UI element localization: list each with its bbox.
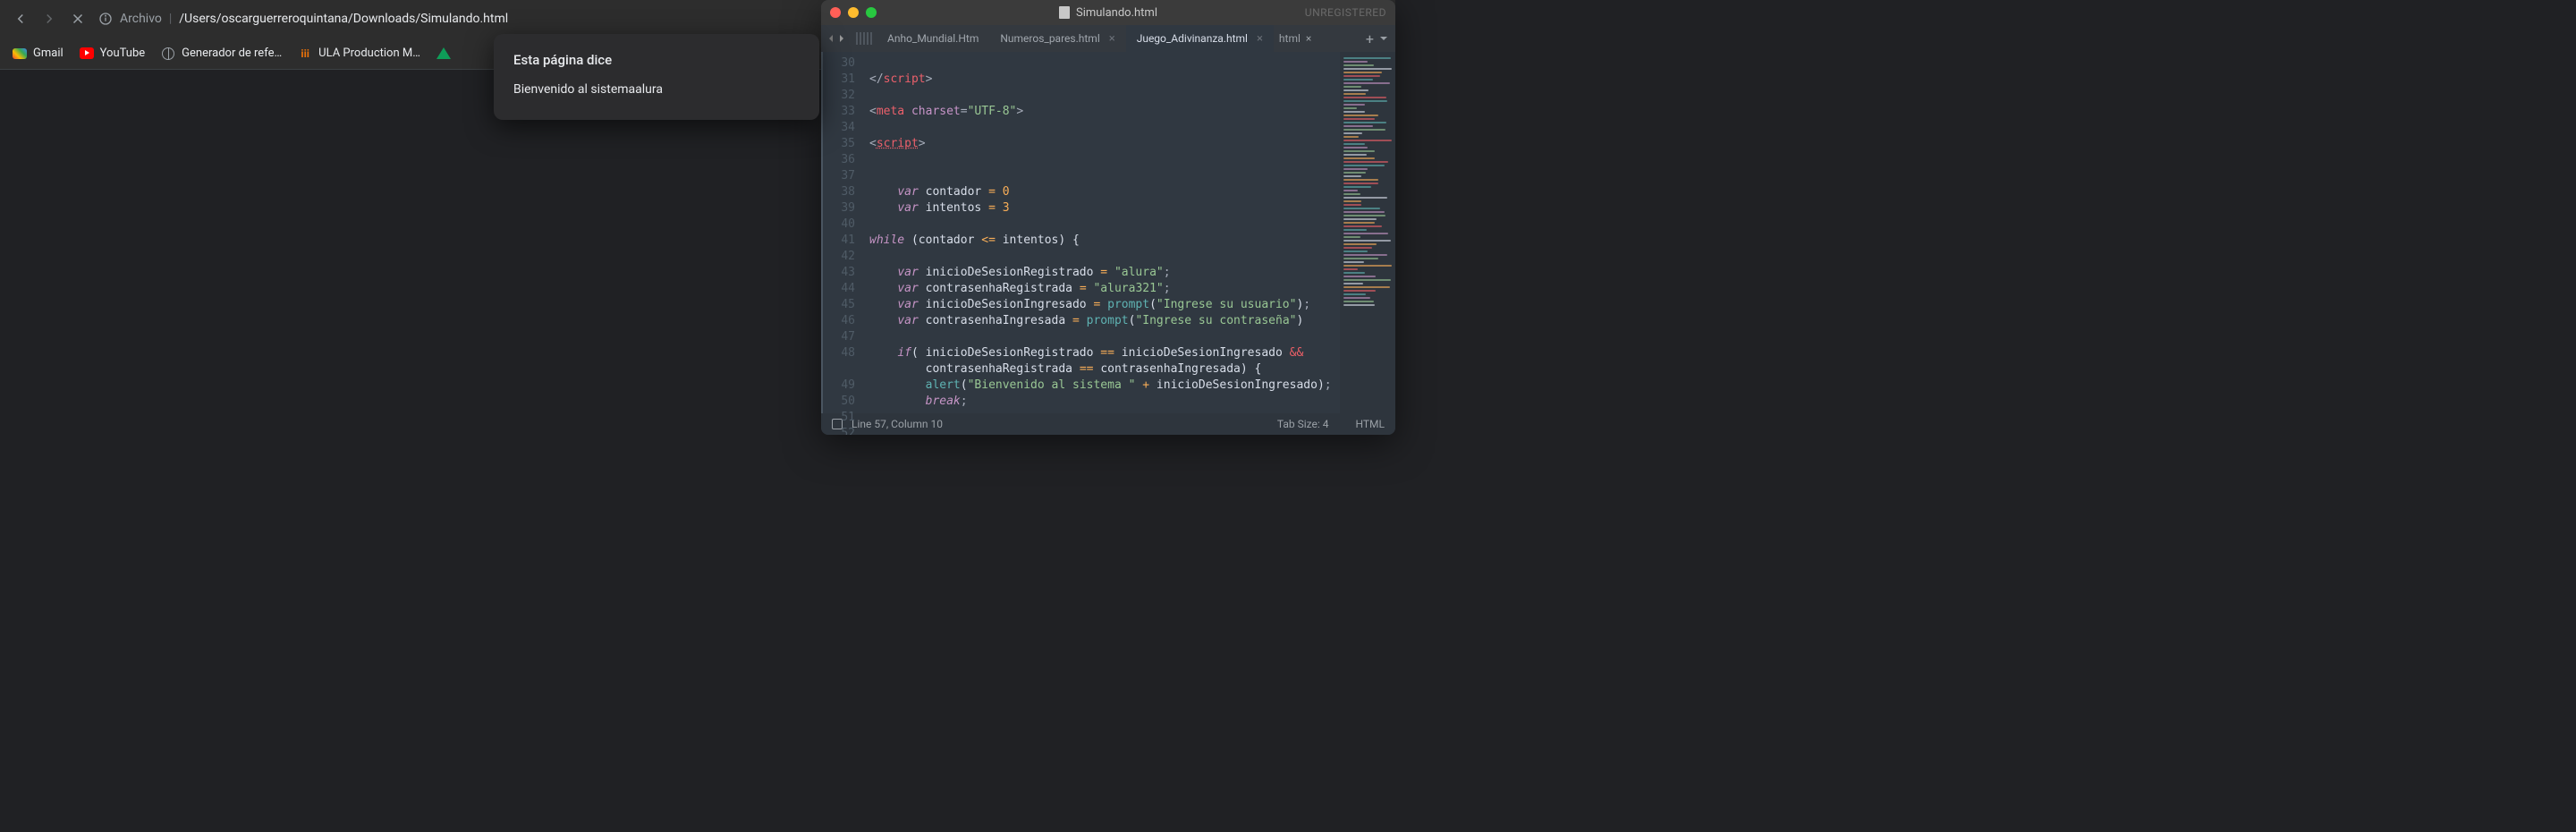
- globe-icon: [161, 47, 175, 61]
- sublime-titlebar[interactable]: Simulando.html UNREGISTERED: [821, 0, 1395, 25]
- editor-area[interactable]: 30313233343536373839404142434445464748 4…: [821, 52, 1395, 413]
- tab-label: Anho_Mundial.Htm: [887, 32, 979, 45]
- line-gutter: 30313233343536373839404142434445464748 4…: [821, 52, 862, 413]
- maximize-window-button[interactable]: [866, 7, 877, 18]
- document-icon: [1059, 6, 1070, 19]
- tab-actions: +: [1359, 25, 1395, 52]
- url-separator: |: [169, 12, 172, 26]
- syntax-mode[interactable]: HTML: [1356, 418, 1385, 430]
- tab-grip[interactable]: [852, 25, 877, 52]
- ula-icon: iii: [298, 47, 312, 61]
- url-scheme: Archivo: [120, 12, 162, 26]
- new-tab-button[interactable]: +: [1366, 30, 1374, 47]
- minimize-window-button[interactable]: [848, 7, 859, 18]
- gmail-icon: [13, 47, 27, 61]
- bookmark-label: ULA Production M…: [318, 47, 420, 60]
- minimap[interactable]: [1340, 52, 1395, 413]
- bookmark-youtube[interactable]: YouTube: [80, 47, 146, 61]
- stop-reload-button[interactable]: [70, 11, 86, 27]
- tab-numeros-pares[interactable]: Numeros_pares.html ×: [989, 25, 1125, 52]
- tab-label: html: [1279, 32, 1301, 45]
- alert-message: Bienvenido al sistemaalura: [513, 82, 800, 97]
- close-tab-icon[interactable]: ×: [1306, 32, 1311, 45]
- bookmark-ula[interactable]: iii ULA Production M…: [298, 47, 420, 61]
- close-tab-icon[interactable]: ×: [1109, 32, 1115, 46]
- bookmark-label: Generador de refe…: [182, 47, 282, 60]
- close-tab-icon[interactable]: ×: [1257, 32, 1263, 46]
- forward-button[interactable]: [41, 11, 57, 27]
- tab-label: Numeros_pares.html: [1000, 32, 1099, 45]
- tab-size[interactable]: Tab Size: 4: [1277, 418, 1329, 430]
- info-icon: [98, 12, 113, 26]
- tab-bar: Anho_Mundial.Htm Numeros_pares.html × Ju…: [821, 25, 1395, 52]
- tab-overflow[interactable]: html ×: [1274, 25, 1317, 52]
- cursor-position: Line 57, Column 10: [852, 418, 943, 430]
- code-content[interactable]: </script> <meta charset="UTF-8"> <script…: [862, 52, 1340, 413]
- tab-anho-mundial[interactable]: Anho_Mundial.Htm: [877, 25, 989, 52]
- url-path: /Users/oscarguerreroquintana/Downloads/S…: [179, 12, 508, 26]
- bookmark-label: Gmail: [33, 47, 64, 60]
- js-alert-dialog: Esta página dice Bienvenido al sistemaal…: [494, 34, 819, 120]
- window-title: Simulando.html: [1076, 6, 1157, 20]
- tab-dropdown-icon[interactable]: [1379, 34, 1388, 43]
- tab-history-nav[interactable]: [821, 25, 852, 52]
- alert-title: Esta página dice: [513, 52, 800, 68]
- drive-icon: [436, 47, 451, 61]
- unregistered-label: UNREGISTERED: [1305, 6, 1386, 19]
- tab-juego-adivinanza[interactable]: Juego_Adivinanza.html ×: [1126, 25, 1274, 52]
- window-controls: [830, 7, 877, 18]
- status-bar: Line 57, Column 10 Tab Size: 4 HTML: [821, 413, 1395, 435]
- bookmark-label: YouTube: [100, 47, 146, 60]
- back-button[interactable]: [13, 11, 29, 27]
- address-bar[interactable]: Archivo | /Users/oscarguerreroquintana/D…: [98, 12, 508, 26]
- tab-label: Juego_Adivinanza.html: [1137, 32, 1248, 45]
- close-window-button[interactable]: [830, 7, 841, 18]
- youtube-icon: [80, 47, 94, 61]
- bookmark-gmail[interactable]: Gmail: [13, 47, 64, 61]
- bookmark-drive[interactable]: [436, 47, 451, 61]
- bookmark-generador[interactable]: Generador de refe…: [161, 47, 282, 61]
- sublime-window: Simulando.html UNREGISTERED Anho_Mundial…: [821, 0, 1395, 435]
